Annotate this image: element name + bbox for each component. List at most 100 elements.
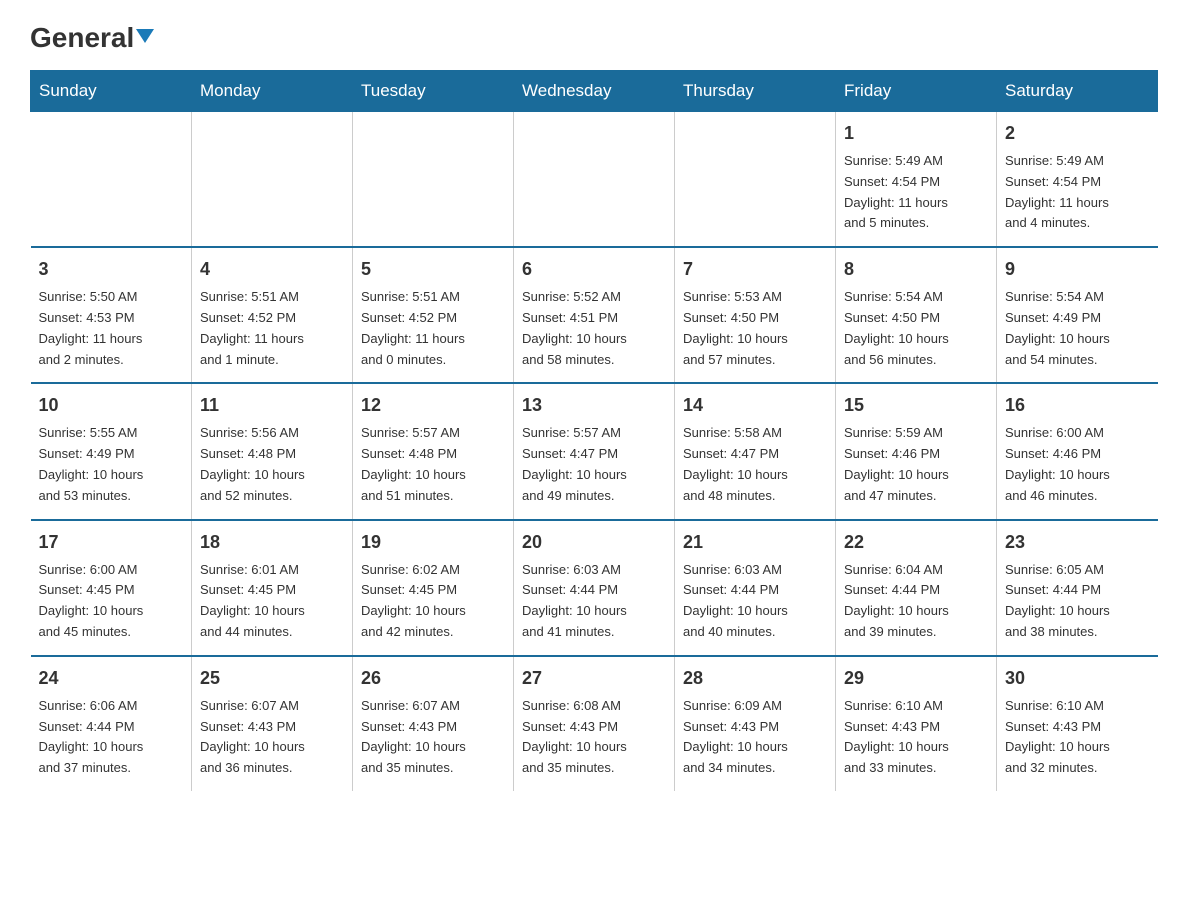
day-info: Sunrise: 6:03 AMSunset: 4:44 PMDaylight:… xyxy=(522,560,666,643)
weekday-header-sunday: Sunday xyxy=(31,71,192,112)
page-header: General xyxy=(0,0,1188,60)
day-info: Sunrise: 6:03 AMSunset: 4:44 PMDaylight:… xyxy=(683,560,827,643)
calendar-cell: 12 Sunrise: 5:57 AMSunset: 4:48 PMDayligh… xyxy=(353,383,514,519)
calendar-week-row: 17 Sunrise: 6:00 AMSunset: 4:45 PMDayligh… xyxy=(31,520,1158,656)
day-info: Sunrise: 6:01 AMSunset: 4:45 PMDaylight:… xyxy=(200,560,344,643)
calendar-week-row: 10 Sunrise: 5:55 AMSunset: 4:49 PMDayligh… xyxy=(31,383,1158,519)
day-info: Sunrise: 6:09 AMSunset: 4:43 PMDaylight:… xyxy=(683,696,827,779)
calendar-cell: 10 Sunrise: 5:55 AMSunset: 4:49 PMDayligh… xyxy=(31,383,192,519)
day-info: Sunrise: 6:02 AMSunset: 4:45 PMDaylight:… xyxy=(361,560,505,643)
calendar-table: SundayMondayTuesdayWednesdayThursdayFrid… xyxy=(30,70,1158,791)
day-info: Sunrise: 6:05 AMSunset: 4:44 PMDaylight:… xyxy=(1005,560,1150,643)
day-number: 13 xyxy=(522,392,666,419)
calendar-cell: 4Sunrise: 5:51 AMSunset: 4:52 PMDaylight… xyxy=(192,247,353,383)
day-number: 9 xyxy=(1005,256,1150,283)
day-number: 7 xyxy=(683,256,827,283)
day-info: Sunrise: 5:54 AMSunset: 4:50 PMDaylight:… xyxy=(844,287,988,370)
day-number: 11 xyxy=(200,392,344,419)
calendar-cell xyxy=(31,112,192,248)
day-number: 20 xyxy=(522,529,666,556)
day-number: 27 xyxy=(522,665,666,692)
day-number: 8 xyxy=(844,256,988,283)
logo-general: General xyxy=(30,24,154,52)
day-info: Sunrise: 6:00 AMSunset: 4:45 PMDaylight:… xyxy=(39,560,184,643)
day-number: 2 xyxy=(1005,120,1150,147)
weekday-header-saturday: Saturday xyxy=(997,71,1158,112)
weekday-header-wednesday: Wednesday xyxy=(514,71,675,112)
calendar-cell: 7 Sunrise: 5:53 AMSunset: 4:50 PMDaylight… xyxy=(675,247,836,383)
day-number: 12 xyxy=(361,392,505,419)
day-info: Sunrise: 5:58 AMSunset: 4:47 PMDaylight:… xyxy=(683,423,827,506)
weekday-header-row: SundayMondayTuesdayWednesdayThursdayFrid… xyxy=(31,71,1158,112)
calendar-cell: 30 Sunrise: 6:10 AMSunset: 4:43 PMDayligh… xyxy=(997,656,1158,791)
day-info: Sunrise: 5:49 AMSunset: 4:54 PMDaylight:… xyxy=(1005,151,1150,234)
calendar-week-row: 3Sunrise: 5:50 AMSunset: 4:53 PMDaylight… xyxy=(31,247,1158,383)
weekday-header-thursday: Thursday xyxy=(675,71,836,112)
day-info: Sunrise: 5:54 AMSunset: 4:49 PMDaylight:… xyxy=(1005,287,1150,370)
weekday-header-monday: Monday xyxy=(192,71,353,112)
calendar-cell: 20 Sunrise: 6:03 AMSunset: 4:44 PMDayligh… xyxy=(514,520,675,656)
calendar-cell: 9 Sunrise: 5:54 AMSunset: 4:49 PMDaylight… xyxy=(997,247,1158,383)
day-number: 18 xyxy=(200,529,344,556)
day-number: 10 xyxy=(39,392,184,419)
day-info: Sunrise: 5:56 AMSunset: 4:48 PMDaylight:… xyxy=(200,423,344,506)
day-info: Sunrise: 5:57 AMSunset: 4:47 PMDaylight:… xyxy=(522,423,666,506)
day-info: Sunrise: 6:10 AMSunset: 4:43 PMDaylight:… xyxy=(1005,696,1150,779)
day-number: 30 xyxy=(1005,665,1150,692)
day-number: 1 xyxy=(844,120,988,147)
calendar-week-row: 1 Sunrise: 5:49 AMSunset: 4:54 PMDaylight… xyxy=(31,112,1158,248)
day-info: Sunrise: 5:52 AMSunset: 4:51 PMDaylight:… xyxy=(522,287,666,370)
weekday-header-friday: Friday xyxy=(836,71,997,112)
day-number: 29 xyxy=(844,665,988,692)
calendar-cell: 18 Sunrise: 6:01 AMSunset: 4:45 PMDayligh… xyxy=(192,520,353,656)
calendar-cell: 21 Sunrise: 6:03 AMSunset: 4:44 PMDayligh… xyxy=(675,520,836,656)
day-info: Sunrise: 6:07 AMSunset: 4:43 PMDaylight:… xyxy=(200,696,344,779)
day-info: Sunrise: 5:53 AMSunset: 4:50 PMDaylight:… xyxy=(683,287,827,370)
calendar-cell: 25 Sunrise: 6:07 AMSunset: 4:43 PMDayligh… xyxy=(192,656,353,791)
calendar-cell: 26Sunrise: 6:07 AMSunset: 4:43 PMDayligh… xyxy=(353,656,514,791)
calendar-cell: 2 Sunrise: 5:49 AMSunset: 4:54 PMDaylight… xyxy=(997,112,1158,248)
calendar-cell xyxy=(353,112,514,248)
day-info: Sunrise: 6:08 AMSunset: 4:43 PMDaylight:… xyxy=(522,696,666,779)
calendar-cell: 23 Sunrise: 6:05 AMSunset: 4:44 PMDayligh… xyxy=(997,520,1158,656)
day-number: 24 xyxy=(39,665,184,692)
day-number: 5 xyxy=(361,256,505,283)
calendar-cell: 24 Sunrise: 6:06 AMSunset: 4:44 PMDayligh… xyxy=(31,656,192,791)
calendar-cell: 11 Sunrise: 5:56 AMSunset: 4:48 PMDayligh… xyxy=(192,383,353,519)
day-info: Sunrise: 5:59 AMSunset: 4:46 PMDaylight:… xyxy=(844,423,988,506)
day-number: 15 xyxy=(844,392,988,419)
calendar-cell: 5 Sunrise: 5:51 AMSunset: 4:52 PMDaylight… xyxy=(353,247,514,383)
day-number: 4 xyxy=(200,256,344,283)
calendar-cell: 3Sunrise: 5:50 AMSunset: 4:53 PMDaylight… xyxy=(31,247,192,383)
calendar-cell xyxy=(675,112,836,248)
logo-triangle-icon xyxy=(136,29,154,43)
day-info: Sunrise: 5:49 AMSunset: 4:54 PMDaylight:… xyxy=(844,151,988,234)
calendar-cell: 28Sunrise: 6:09 AMSunset: 4:43 PMDayligh… xyxy=(675,656,836,791)
day-info: Sunrise: 6:00 AMSunset: 4:46 PMDaylight:… xyxy=(1005,423,1150,506)
day-number: 17 xyxy=(39,529,184,556)
day-info: Sunrise: 6:06 AMSunset: 4:44 PMDaylight:… xyxy=(39,696,184,779)
day-number: 26 xyxy=(361,665,505,692)
day-number: 19 xyxy=(361,529,505,556)
day-info: Sunrise: 5:57 AMSunset: 4:48 PMDaylight:… xyxy=(361,423,505,506)
calendar-cell: 1 Sunrise: 5:49 AMSunset: 4:54 PMDaylight… xyxy=(836,112,997,248)
calendar-cell: 6Sunrise: 5:52 AMSunset: 4:51 PMDaylight… xyxy=(514,247,675,383)
calendar-cell: 19 Sunrise: 6:02 AMSunset: 4:45 PMDayligh… xyxy=(353,520,514,656)
day-info: Sunrise: 5:55 AMSunset: 4:49 PMDaylight:… xyxy=(39,423,184,506)
day-info: Sunrise: 6:10 AMSunset: 4:43 PMDaylight:… xyxy=(844,696,988,779)
day-info: Sunrise: 6:04 AMSunset: 4:44 PMDaylight:… xyxy=(844,560,988,643)
calendar-cell: 14Sunrise: 5:58 AMSunset: 4:47 PMDayligh… xyxy=(675,383,836,519)
day-info: Sunrise: 5:51 AMSunset: 4:52 PMDaylight:… xyxy=(361,287,505,370)
day-number: 23 xyxy=(1005,529,1150,556)
day-info: Sunrise: 5:50 AMSunset: 4:53 PMDaylight:… xyxy=(39,287,184,370)
calendar-cell: 17 Sunrise: 6:00 AMSunset: 4:45 PMDayligh… xyxy=(31,520,192,656)
calendar-cell: 27 Sunrise: 6:08 AMSunset: 4:43 PMDayligh… xyxy=(514,656,675,791)
day-number: 21 xyxy=(683,529,827,556)
calendar-cell xyxy=(514,112,675,248)
calendar-cell: 13 Sunrise: 5:57 AMSunset: 4:47 PMDayligh… xyxy=(514,383,675,519)
day-number: 25 xyxy=(200,665,344,692)
calendar-cell: 22Sunrise: 6:04 AMSunset: 4:44 PMDayligh… xyxy=(836,520,997,656)
calendar-cell: 15 Sunrise: 5:59 AMSunset: 4:46 PMDayligh… xyxy=(836,383,997,519)
weekday-header-tuesday: Tuesday xyxy=(353,71,514,112)
calendar-cell xyxy=(192,112,353,248)
